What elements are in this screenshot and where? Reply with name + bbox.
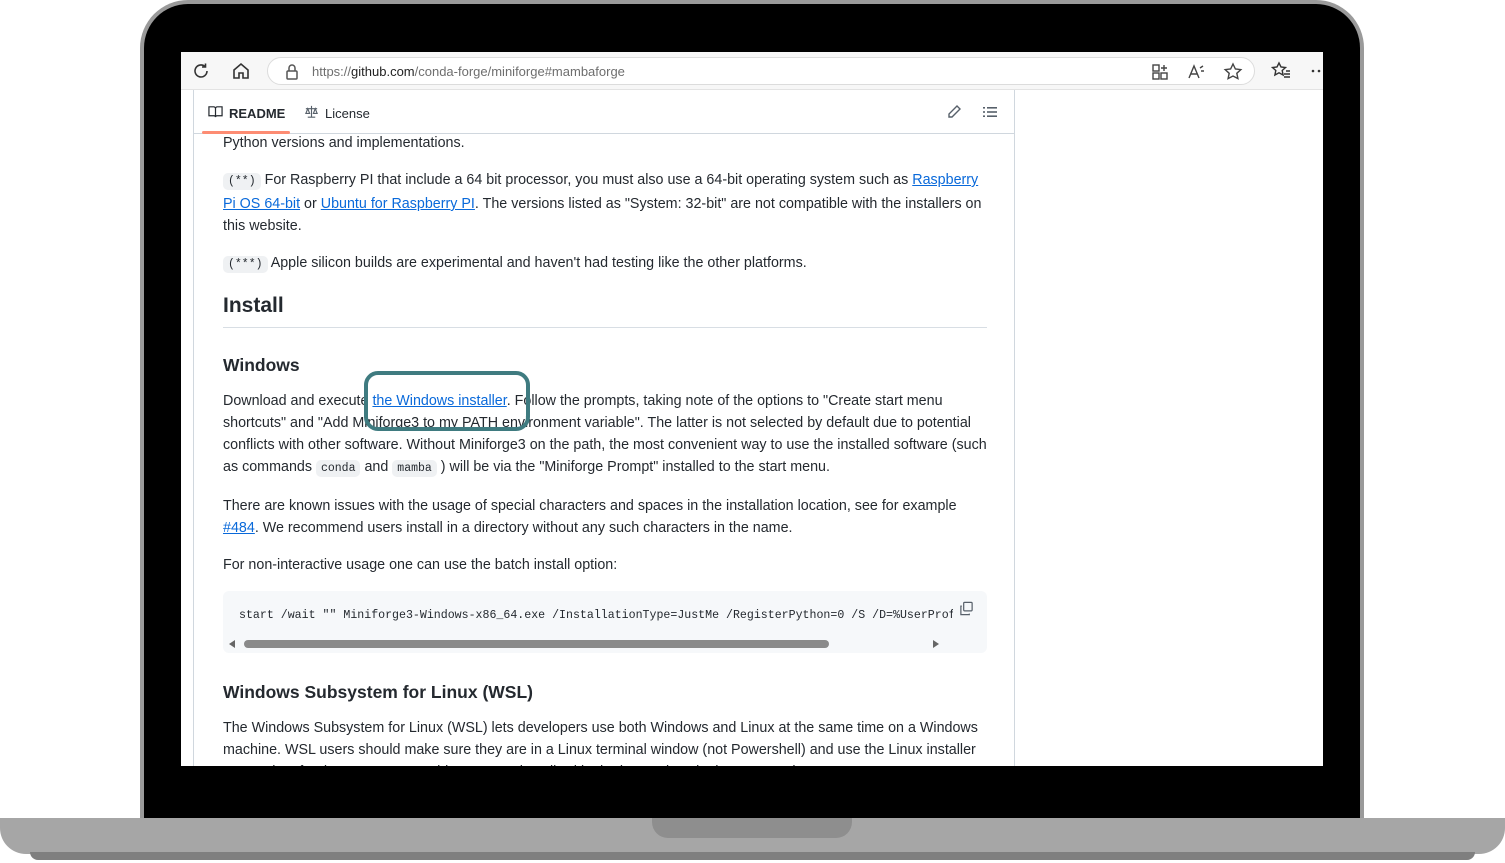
paragraph-python-versions: Python versions and implementations. [223, 135, 465, 151]
law-scale-icon [304, 104, 319, 122]
code-block: start /wait "" Miniforge3-Windows-x86_64… [223, 591, 987, 653]
read-aloud-icon[interactable] [1186, 62, 1206, 82]
inline-code: (**) [223, 173, 261, 190]
url-host: github.com [351, 64, 415, 79]
heading-install: Install [223, 291, 987, 328]
tab-readme[interactable]: README [208, 104, 285, 122]
text-span: . We recommend users install in a direct… [254, 520, 793, 536]
favorites-icon[interactable] [1270, 61, 1291, 81]
refresh-icon[interactable] [191, 61, 211, 81]
scroll-right-arrow-icon[interactable] [933, 640, 939, 648]
tab-license[interactable]: License [304, 104, 370, 122]
heading-windows: Windows [223, 355, 300, 375]
paragraph-raspberry-pi: (**) For Raspberry PI that include a 64 … [223, 169, 987, 237]
pencil-edit-icon[interactable] [946, 104, 962, 120]
text-span: Download and execute [223, 393, 373, 409]
favorite-star-icon[interactable] [1223, 62, 1243, 82]
scroll-left-arrow-icon[interactable] [229, 640, 235, 648]
readme-content: Python versions and implementations. (**… [223, 132, 987, 766]
more-options-icon[interactable] [1309, 61, 1323, 81]
paragraph-apple-silicon: (***) Apple silicon builds are experimen… [223, 252, 987, 276]
inline-code-conda: conda [315, 460, 361, 477]
scrollbar-thumb[interactable] [244, 640, 829, 648]
text-span: Apple silicon builds are experimental an… [267, 255, 807, 271]
paragraph-known-issues: There are known issues with the usage of… [223, 495, 987, 539]
url-text[interactable]: https://github.com/conda-forge/miniforge… [312, 64, 625, 79]
lock-icon[interactable] [282, 62, 300, 80]
outline-list-icon[interactable] [982, 104, 998, 120]
link-issue-484[interactable]: #484 [223, 520, 255, 536]
code-line: start /wait "" Miniforge3-Windows-x86_64… [239, 609, 956, 622]
address-bar[interactable]: https://github.com/conda-forge/miniforge… [267, 57, 1255, 85]
text-span: and [360, 459, 393, 475]
url-scheme: https:// [312, 64, 352, 79]
highlight-box [364, 371, 530, 431]
app-available-icon[interactable] [1150, 62, 1170, 82]
copy-icon [959, 601, 974, 623]
inline-code: (***) [223, 256, 268, 273]
tab-license-label: License [325, 105, 370, 121]
paragraph-wsl: The Windows Subsystem for Linux (WSL) le… [223, 720, 978, 766]
inline-code-mamba: mamba [392, 460, 437, 477]
link-ubuntu-raspberry-pi[interactable]: Ubuntu for Raspberry PI [321, 196, 475, 212]
book-icon [208, 104, 223, 122]
text-span: ) will be via the "Miniforge Prompt" ins… [436, 459, 830, 475]
horizontal-scrollbar[interactable] [227, 639, 983, 649]
laptop-notch [652, 818, 852, 838]
copy-button[interactable] [953, 601, 979, 623]
paragraph-batch-install: For non-interactive usage one can use th… [223, 557, 618, 573]
text-span: For Raspberry PI that include a 64 bit p… [260, 172, 913, 188]
text-span: There are known issues with the usage of… [223, 498, 957, 514]
home-icon[interactable] [231, 61, 251, 81]
browser-toolbar: https://github.com/conda-forge/miniforge… [181, 52, 1323, 90]
tab-readme-label: README [229, 105, 286, 121]
browser-screen: https://github.com/conda-forge/miniforge… [181, 52, 1323, 766]
tab-active-underline [202, 131, 290, 134]
laptop-base-shadow [30, 852, 1475, 860]
paragraph-windows-install: Download and execute the Windows install… [223, 390, 987, 480]
readme-tabbar: README License [194, 90, 1014, 134]
heading-wsl: Windows Subsystem for Linux (WSL) [223, 682, 533, 702]
url-path: /conda-forge/miniforge#mambaforge [414, 64, 625, 79]
text-span: or [300, 196, 321, 212]
readme-panel: README License Python versions and imple… [193, 90, 1015, 766]
